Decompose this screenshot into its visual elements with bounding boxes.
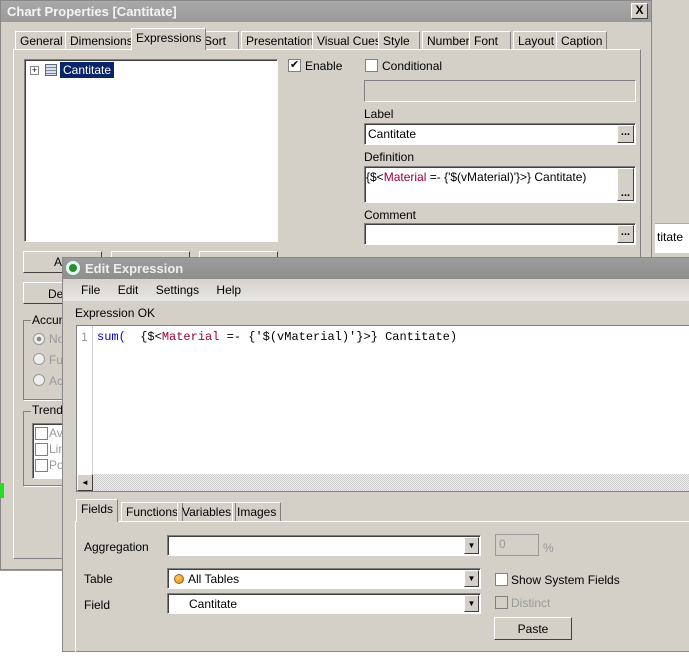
label-label: Label	[364, 107, 394, 121]
expression-tree[interactable]: + Cantitate	[24, 59, 278, 242]
table-status-icon	[174, 574, 184, 584]
percent-sign: %	[543, 541, 554, 555]
dialog-title: Chart Properties [Cantitate]	[1, 1, 651, 22]
trendline-checkbox[interactable]	[35, 427, 48, 440]
label-ellipsis-button[interactable]: ...	[617, 125, 634, 143]
enable-label: Enable	[305, 59, 343, 73]
field-dropdown[interactable]: Cantitate ▼	[167, 593, 481, 614]
menu-file[interactable]: File	[81, 283, 100, 297]
conditional-input	[364, 80, 636, 102]
table-dropdown[interactable]: All Tables ▼	[167, 568, 481, 589]
definition-value: {$<Material =- {'$(vMaterial)'}>} Cantit…	[366, 170, 587, 184]
expression-code: sum( {$<Material =- {'$(vMaterial)'}>} C…	[97, 330, 458, 344]
accumulation-option-label: Fu	[49, 353, 64, 367]
show-system-fields-checkbox[interactable]	[495, 573, 508, 586]
show-system-fields-label: Show System Fields	[511, 573, 620, 587]
close-button[interactable]: X	[631, 3, 648, 19]
trendline-checkbox[interactable]	[35, 443, 48, 456]
definition-input[interactable]: {$<Material =- {'$(vMaterial)'}>} Cantit…	[364, 166, 636, 203]
distinct-label: Distinct	[511, 596, 551, 610]
conditional-label: Conditional	[382, 59, 443, 73]
table-value: All Tables	[188, 572, 240, 586]
tab-images[interactable]: Images	[232, 502, 282, 522]
comment-input[interactable]: ...	[364, 223, 636, 245]
line-number: 1	[77, 326, 93, 474]
tab-variables[interactable]: Variables	[177, 502, 237, 522]
tab-fields[interactable]: Fields	[76, 499, 119, 522]
tab-general[interactable]: General	[15, 31, 68, 50]
green-indicator	[0, 483, 4, 498]
trendline-label: Av	[49, 426, 63, 440]
table-icon	[45, 64, 57, 76]
edit-expression-title: Edit Expression	[63, 258, 689, 279]
label-value: Cantitate	[368, 127, 417, 141]
tab-style[interactable]: Style	[378, 31, 420, 50]
definition-ellipsis-button[interactable]: ...	[617, 168, 634, 201]
definition-label: Definition	[364, 150, 415, 164]
expression-editor[interactable]: 1 sum( {$<Material =- {'$(vMaterial)'}>}…	[76, 325, 689, 492]
qlikview-logo-icon	[66, 261, 80, 275]
field-value: Cantitate	[189, 597, 238, 611]
menu-bar: File Edit Settings Help	[63, 279, 689, 301]
percent-input: 0	[495, 534, 539, 556]
menu-help[interactable]: Help	[216, 283, 241, 297]
tab-layout[interactable]: Layout	[513, 31, 560, 50]
tab-caption[interactable]: Caption	[556, 31, 608, 50]
aggregation-label: Aggregation	[84, 540, 149, 554]
comment-ellipsis-button[interactable]: ...	[617, 225, 634, 243]
accumulation-radio-no[interactable]	[33, 333, 45, 345]
background-area	[0, 570, 62, 648]
tab-presentation[interactable]: Presentation	[241, 31, 319, 50]
accumulation-radio-full[interactable]	[33, 353, 45, 365]
tab-visual-cues[interactable]: Visual Cues	[312, 31, 386, 50]
label-input[interactable]: Cantitate ...	[364, 123, 636, 145]
enable-checkbox[interactable]: ✔	[288, 59, 301, 72]
distinct-checkbox[interactable]	[495, 596, 508, 609]
field-label: Field	[84, 598, 111, 612]
chevron-down-icon[interactable]: ▼	[464, 570, 479, 587]
menu-settings[interactable]: Settings	[156, 283, 199, 297]
scroll-left-button[interactable]: ◄	[77, 474, 93, 491]
aggregation-dropdown[interactable]: ▼	[167, 535, 481, 556]
trendline-checkbox[interactable]	[35, 459, 48, 472]
tab-font[interactable]: Font	[469, 31, 511, 50]
edit-expression-dialog: Edit Expression File Edit Settings Help …	[62, 257, 689, 656]
tree-item-cantitate[interactable]: Cantitate	[60, 62, 115, 78]
tab-functions[interactable]: Functions	[121, 502, 184, 522]
accumulation-radio-acc[interactable]	[33, 374, 45, 386]
horizontal-scrollbar[interactable]: ◄	[77, 474, 689, 491]
expand-icon[interactable]: +	[30, 66, 39, 75]
tab-expressions[interactable]: Expressions	[131, 28, 207, 50]
table-label: Table	[84, 572, 113, 586]
paste-button[interactable]: Paste	[494, 617, 572, 640]
chevron-down-icon[interactable]: ▼	[464, 537, 479, 554]
chevron-down-icon[interactable]: ▼	[464, 595, 479, 612]
background-text: titate	[657, 230, 684, 244]
tab-number[interactable]: Number	[422, 31, 475, 50]
menu-edit[interactable]: Edit	[118, 283, 139, 297]
tab-dimensions[interactable]: Dimensions	[65, 31, 138, 50]
accumulation-option-label: Ac	[49, 374, 64, 388]
conditional-checkbox[interactable]	[365, 59, 378, 72]
comment-label: Comment	[364, 208, 417, 222]
expression-status: Expression OK	[75, 306, 156, 320]
